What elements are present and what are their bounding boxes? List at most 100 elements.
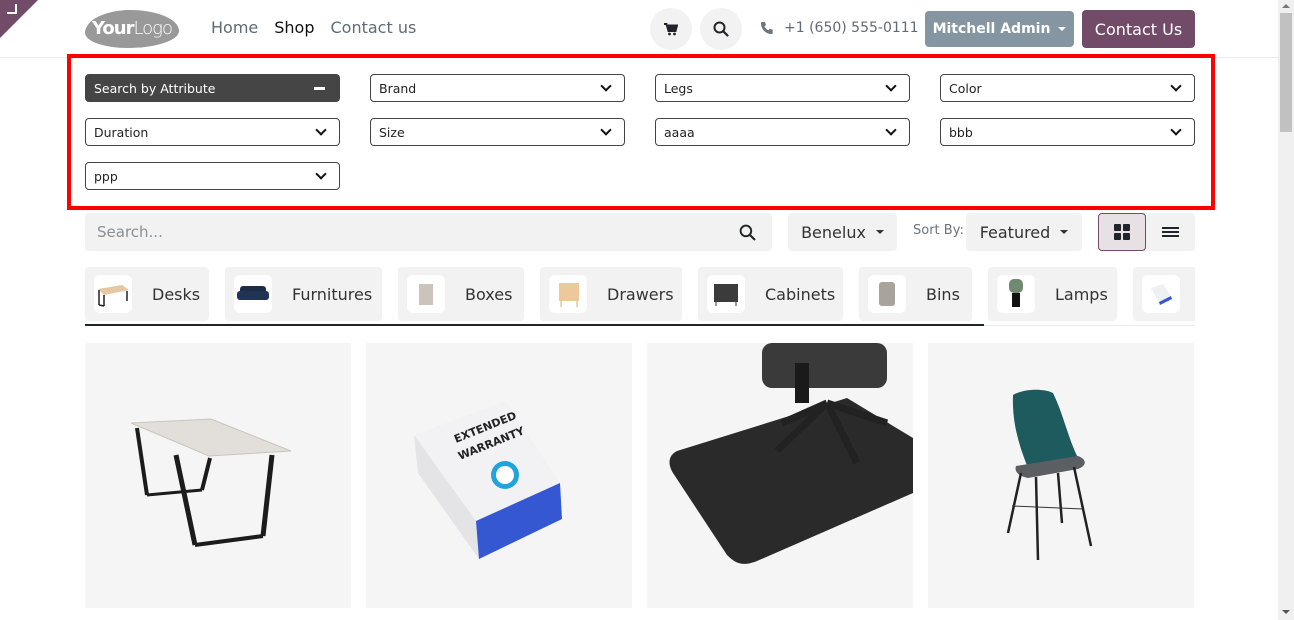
page-scrollbar[interactable] xyxy=(1278,0,1294,620)
scroll-thumb[interactable] xyxy=(1280,13,1292,132)
category-scroll-indicator[interactable] xyxy=(85,324,984,326)
bin-thumbnail xyxy=(868,275,906,313)
box-thumbnail xyxy=(407,275,445,313)
sort-value: Featured xyxy=(979,222,1051,242)
phone-icon xyxy=(761,22,773,34)
attribute-select-legs[interactable]: Legs xyxy=(655,74,910,102)
view-mode-toggle xyxy=(1098,213,1195,251)
product-image-floor-mat xyxy=(669,343,913,564)
caret-down-icon xyxy=(875,230,884,234)
sort-by-label: Sort By: xyxy=(913,223,964,238)
search-by-attribute-toggle[interactable]: Search by Attribute xyxy=(85,74,340,102)
product-image-warranty-box: EXTENDED WARRANTY xyxy=(414,401,562,559)
chevron-down-icon xyxy=(885,80,897,92)
chevron-down-icon xyxy=(600,80,612,92)
edit-corner-icon[interactable] xyxy=(7,4,17,14)
attribute-select-brand[interactable]: Brand xyxy=(370,74,625,102)
category-label: Cabinets xyxy=(765,284,836,304)
user-name: Mitchell Admin xyxy=(932,21,1051,37)
chevron-down-icon xyxy=(1170,80,1182,92)
category-label: Lamps xyxy=(1055,284,1108,304)
phone-number: +1 (650) 555-0111 xyxy=(784,20,919,36)
lamp-thumbnail xyxy=(997,275,1035,313)
site-header: YourLogo Home Shop Contact us +1 (650) 5… xyxy=(0,0,1278,58)
cabinet-thumbnail xyxy=(707,275,745,313)
attribute-label: Duration xyxy=(94,124,149,140)
warranty-thumbnail xyxy=(1142,275,1180,313)
attribute-select-bbb[interactable]: bbb xyxy=(940,118,1195,146)
attribute-select-color[interactable]: Color xyxy=(940,74,1195,102)
cart-button[interactable] xyxy=(650,8,692,50)
search-icon xyxy=(713,21,729,37)
category-desks[interactable]: Desks xyxy=(85,267,209,321)
attribute-label: Size xyxy=(379,124,405,140)
desk-thumbnail xyxy=(94,275,132,313)
category-drawers[interactable]: Drawers xyxy=(540,267,682,321)
minus-icon xyxy=(314,86,325,90)
sofa-thumbnail xyxy=(234,275,272,313)
attribute-label: Brand xyxy=(379,80,417,96)
product-card[interactable] xyxy=(928,343,1194,608)
category-cabinets[interactable]: Cabinets xyxy=(698,267,843,321)
product-image-desk xyxy=(130,418,292,547)
category-label: Drawers xyxy=(607,284,674,304)
category-boxes[interactable]: Boxes xyxy=(398,267,524,321)
main-nav: Home Shop Contact us xyxy=(211,18,416,37)
category-furnitures[interactable]: Furnitures xyxy=(225,267,382,321)
category-label: Bins xyxy=(926,284,960,304)
sort-dropdown[interactable]: Featured xyxy=(966,213,1082,251)
caret-down-icon xyxy=(1058,27,1067,31)
product-card[interactable]: EXTENDED WARRANTY xyxy=(366,343,632,608)
logo-light-text: Logo xyxy=(133,18,173,39)
attribute-select-duration[interactable]: Duration xyxy=(85,118,340,146)
chevron-down-icon xyxy=(315,168,327,180)
attribute-select-ppp[interactable]: ppp xyxy=(85,162,340,190)
list-view-button[interactable] xyxy=(1146,213,1194,251)
logo-bold-text: Your xyxy=(92,18,134,39)
attribute-label: ppp xyxy=(94,168,118,184)
category-label: Boxes xyxy=(465,284,513,304)
scroll-down-icon[interactable] xyxy=(1282,610,1290,614)
phone-link[interactable]: +1 (650) 555-0111 xyxy=(760,20,919,36)
pricelist-dropdown[interactable]: Benelux xyxy=(788,213,897,251)
site-logo[interactable]: YourLogo xyxy=(85,10,179,48)
category-label: Desks xyxy=(152,284,201,304)
editor-corner-toggle[interactable] xyxy=(0,0,38,38)
product-card[interactable] xyxy=(647,343,913,608)
nav-contact-us[interactable]: Contact us xyxy=(331,18,417,37)
product-search-input[interactable] xyxy=(97,223,697,241)
chevron-down-icon xyxy=(1170,124,1182,136)
category-scroll-track xyxy=(984,325,1195,326)
scroll-up-icon[interactable] xyxy=(1282,4,1290,8)
attribute-label: Legs xyxy=(664,80,693,96)
nav-home[interactable]: Home xyxy=(211,18,258,37)
search-icon[interactable] xyxy=(739,224,756,241)
user-menu-button[interactable]: Mitchell Admin xyxy=(925,11,1074,47)
attribute-label: aaaa xyxy=(664,124,695,140)
caret-down-icon xyxy=(1060,230,1069,234)
list-icon xyxy=(1161,225,1179,239)
chevron-down-icon xyxy=(885,124,897,136)
attribute-select-aaaa[interactable]: aaaa xyxy=(655,118,910,146)
drawer-thumbnail xyxy=(549,275,587,313)
category-label: Furnitures xyxy=(292,284,373,304)
category-warranty[interactable] xyxy=(1133,267,1195,321)
toggle-label: Search by Attribute xyxy=(94,80,216,96)
attribute-select-size[interactable]: Size xyxy=(370,118,625,146)
grid-icon xyxy=(1114,224,1130,240)
grid-view-button[interactable] xyxy=(1098,213,1146,251)
category-lamps[interactable]: Lamps xyxy=(988,267,1117,321)
product-image-chair xyxy=(1006,389,1093,561)
product-search-bar xyxy=(85,213,772,251)
attribute-label: Color xyxy=(949,80,982,96)
product-card[interactable] xyxy=(85,343,351,608)
contact-us-button[interactable]: Contact Us xyxy=(1082,10,1195,48)
cart-icon xyxy=(664,22,678,35)
header-search-button[interactable] xyxy=(700,8,742,50)
category-bins[interactable]: Bins xyxy=(859,267,972,321)
category-carousel: Desks Furnitures Boxes Drawers Cabinets … xyxy=(85,267,1195,327)
chevron-down-icon xyxy=(315,124,327,136)
chevron-down-icon xyxy=(600,124,612,136)
nav-shop[interactable]: Shop xyxy=(274,18,314,37)
attribute-filter-panel: Search by Attribute Brand Legs Color Dur… xyxy=(67,54,1215,210)
